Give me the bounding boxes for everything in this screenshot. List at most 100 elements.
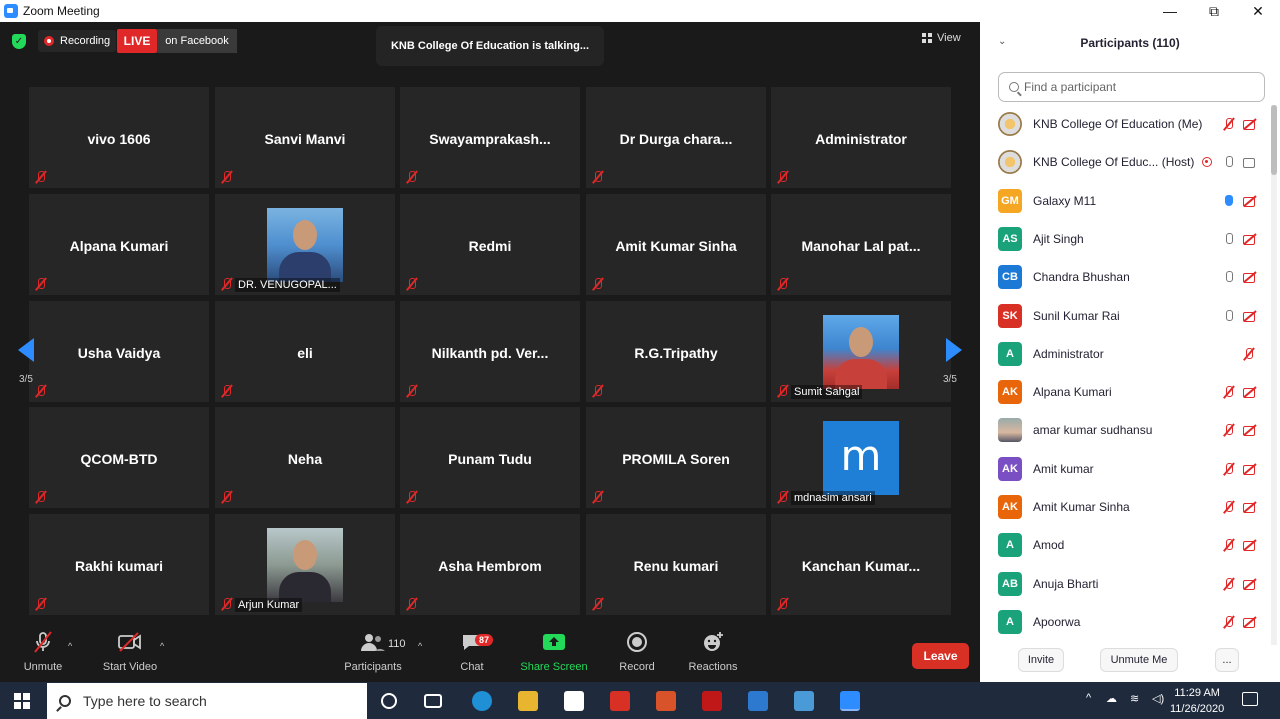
record-button[interactable]: Record <box>614 627 660 673</box>
view-button[interactable]: View <box>922 32 961 44</box>
security-shield-icon[interactable]: ✓ <box>12 34 26 49</box>
participant-row[interactable]: A Apoorwa <box>980 603 1270 641</box>
taskbar-search-box[interactable]: Type here to search <box>47 683 367 719</box>
participants-button[interactable]: Participants <box>342 627 404 673</box>
video-camera-icon[interactable] <box>1242 156 1258 169</box>
participant-tile[interactable]: Manohar Lal pat... <box>771 194 951 295</box>
file-explorer-icon[interactable] <box>518 691 538 711</box>
unmute-me-button[interactable]: Unmute Me <box>1100 648 1178 672</box>
video-off-icon[interactable] <box>1242 463 1258 475</box>
unmute-button[interactable]: Unmute <box>18 627 68 673</box>
muted-mic-icon[interactable] <box>1242 347 1256 361</box>
video-off-icon[interactable] <box>1242 310 1258 322</box>
video-off-icon[interactable] <box>1242 616 1258 628</box>
invite-button[interactable]: Invite <box>1018 648 1064 672</box>
participant-tile[interactable]: PROMILA Soren <box>586 407 766 508</box>
participant-tile[interactable]: vivo 1606 <box>29 87 209 188</box>
participant-tile[interactable]: Sumit Sahgal <box>771 301 951 402</box>
video-off-icon[interactable] <box>1242 578 1258 590</box>
participant-tile[interactable]: Alpana Kumari <box>29 194 209 295</box>
participant-row[interactable]: AK Amit kumar <box>980 450 1270 488</box>
muted-mic-icon[interactable] <box>1222 615 1236 629</box>
participant-tile[interactable]: Dr Durga chara... <box>586 87 766 188</box>
participant-tile[interactable]: m mdnasim ansari <box>771 407 951 508</box>
participant-row[interactable]: amar kumar sudhansu <box>980 411 1270 449</box>
presentation-app-icon[interactable] <box>656 691 676 711</box>
participant-tile[interactable]: Kanchan Kumar... <box>771 514 951 615</box>
participant-tile[interactable]: R.G.Tripathy <box>586 301 766 402</box>
video-off-icon[interactable] <box>1242 118 1258 130</box>
cortana-icon[interactable] <box>381 693 397 709</box>
participant-tile[interactable]: Neha <box>215 407 395 508</box>
share-screen-button[interactable]: Share Screen <box>518 627 590 673</box>
live-destination[interactable]: on Facebook <box>157 29 237 53</box>
mic-icon[interactable] <box>1222 309 1236 323</box>
maximize-button[interactable]: ⧉ <box>1192 0 1236 22</box>
muted-mic-icon[interactable] <box>1222 117 1236 131</box>
participant-row[interactable]: AK Alpana Kumari <box>980 373 1270 411</box>
leave-button[interactable]: Leave <box>912 643 969 669</box>
participant-row[interactable]: AB Anuja Bharti <box>980 565 1270 603</box>
participant-tile[interactable]: Asha Hembrom <box>400 514 580 615</box>
reader-app-icon[interactable] <box>610 691 630 711</box>
volume-icon[interactable]: ◁) <box>1152 692 1164 705</box>
muted-mic-icon[interactable] <box>1222 538 1236 552</box>
video-off-icon[interactable] <box>1242 501 1258 513</box>
muted-mic-icon[interactable] <box>1222 462 1236 476</box>
participant-tile[interactable]: QCOM-BTD <box>29 407 209 508</box>
participant-row[interactable]: SK Sunil Kumar Rai <box>980 297 1270 335</box>
video-off-icon[interactable] <box>1242 424 1258 437</box>
participant-tile[interactable]: Amit Kumar Sinha <box>586 194 766 295</box>
mail-icon[interactable] <box>748 691 768 711</box>
muted-mic-icon[interactable] <box>1222 500 1236 514</box>
participant-tile[interactable]: Renu kumari <box>586 514 766 615</box>
participant-tile[interactable]: Arjun Kumar <box>215 514 395 615</box>
muted-mic-icon[interactable] <box>1222 385 1236 399</box>
video-options-caret-icon[interactable]: ^ <box>160 641 164 651</box>
raised-hand-icon[interactable] <box>1222 194 1236 208</box>
video-off-icon[interactable] <box>1242 195 1258 207</box>
recording-indicator[interactable]: Recording <box>38 30 117 52</box>
participant-row[interactable]: CB Chandra Bhushan <box>980 258 1270 296</box>
start-video-button[interactable]: Start Video <box>100 627 160 673</box>
minimize-button[interactable]: — <box>1148 0 1192 22</box>
muted-mic-icon[interactable] <box>1222 577 1236 591</box>
participant-list-scrollbar[interactable] <box>1271 105 1277 645</box>
participant-tile[interactable]: Sanvi Manvi <box>215 87 395 188</box>
notification-center-icon[interactable] <box>1242 692 1258 706</box>
previous-page-arrow-icon[interactable] <box>18 338 34 362</box>
mic-icon[interactable] <box>1222 232 1236 246</box>
participant-tile[interactable]: DR. VENUGOPAL... <box>215 194 395 295</box>
participant-tile[interactable]: Rakhi kumari <box>29 514 209 615</box>
participant-tile[interactable]: Redmi <box>400 194 580 295</box>
participant-tile[interactable]: Nilkanth pd. Ver... <box>400 301 580 402</box>
video-off-icon[interactable] <box>1242 233 1258 245</box>
store-icon[interactable] <box>564 691 584 711</box>
participant-tile[interactable]: Usha Vaidya <box>29 301 209 402</box>
close-button[interactable]: ✕ <box>1236 0 1280 22</box>
system-clock[interactable]: 11:29 AM 11/26/2020 <box>1170 685 1224 717</box>
participant-row[interactable]: KNB College Of Education (Me) <box>980 105 1270 143</box>
audio-options-caret-icon[interactable]: ^ <box>68 641 72 651</box>
mic-icon[interactable] <box>1222 270 1236 284</box>
scrollbar-thumb[interactable] <box>1271 105 1277 175</box>
reactions-button[interactable]: Reactions <box>684 627 742 673</box>
wifi-icon[interactable]: ≋ <box>1130 692 1139 705</box>
tray-overflow-icon[interactable]: ^ <box>1086 692 1091 704</box>
more-options-button[interactable]: ... <box>1215 648 1239 672</box>
participant-search-input[interactable] <box>1024 80 1244 94</box>
video-off-icon[interactable] <box>1242 271 1258 284</box>
antivirus-icon[interactable] <box>702 691 722 711</box>
task-view-icon[interactable] <box>424 694 442 708</box>
participant-row[interactable]: A Amod <box>980 526 1270 564</box>
participant-row[interactable]: KNB College Of Educ... (Host) <box>980 143 1270 181</box>
video-off-icon[interactable] <box>1242 386 1258 399</box>
network-icon[interactable]: ☁ <box>1106 692 1117 705</box>
participant-tile[interactable]: Punam Tudu <box>400 407 580 508</box>
remote-desktop-icon[interactable] <box>794 691 814 711</box>
participants-caret-icon[interactable]: ^ <box>418 641 422 651</box>
participant-row[interactable]: A Administrator <box>980 335 1270 373</box>
muted-mic-icon[interactable] <box>1222 423 1236 437</box>
live-badge[interactable]: LIVE <box>117 29 157 53</box>
participant-tile[interactable]: eli <box>215 301 395 402</box>
